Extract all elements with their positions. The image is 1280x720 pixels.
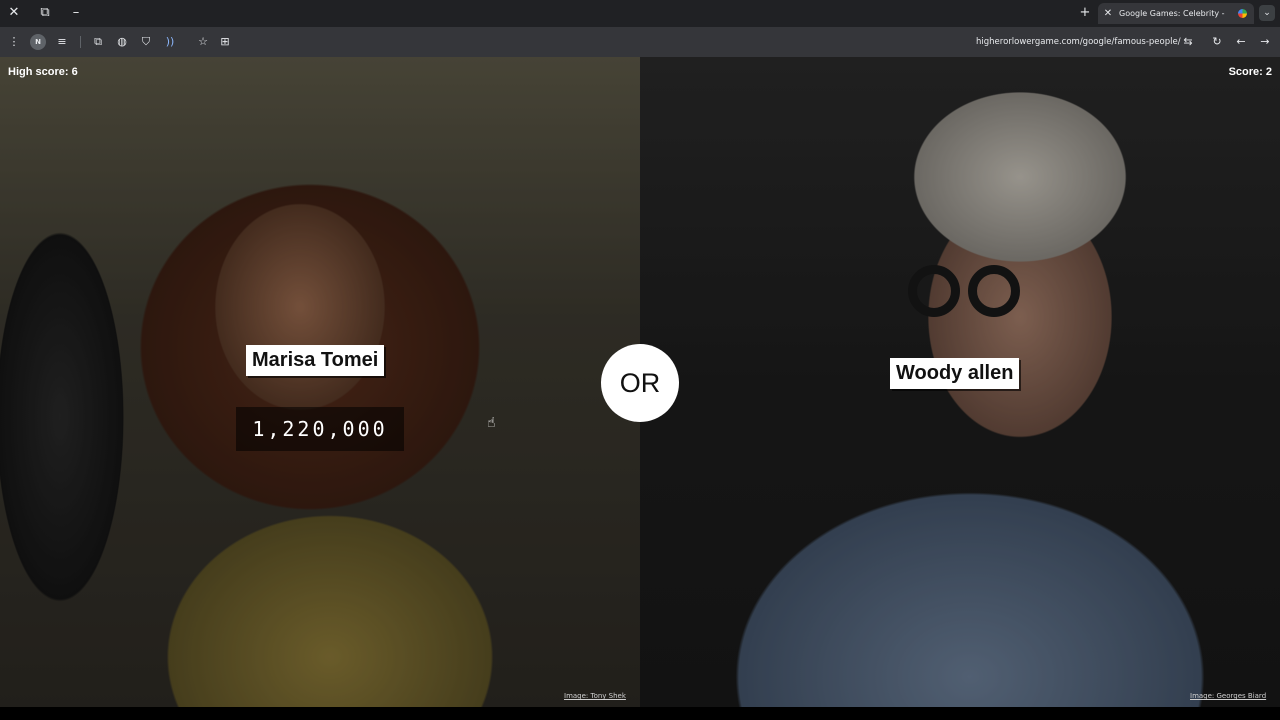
tab-active[interactable]: ✕ Google Games: Celebrity - Who [1098,3,1254,24]
extension-icon[interactable]: ⧉ [90,34,106,50]
new-tab-button[interactable]: + [1075,4,1095,22]
restore-window-icon[interactable]: ⧉ [35,4,55,22]
game-area: High score: 6 Marisa Tomei 1,220,000 Ima… [0,57,1280,707]
reading-list-icon[interactable]: ≡ [54,34,70,50]
forward-icon[interactable]: → [1257,34,1273,50]
address-bar[interactable]: higherorlowergame.com/google/famous-peop… [976,34,1182,50]
title-bar: ✕ ⧉ – + ✕ Google Games: Celebrity - Who … [0,0,1280,27]
right-image-credit-link[interactable]: Image: Georges Biard [1190,692,1266,700]
left-photo-overlay [0,57,640,707]
left-image-credit-link[interactable]: Image: Tony Shek [564,692,626,700]
bookmark-star-icon[interactable]: ☆ [195,34,211,50]
site-settings-icon[interactable]: ⇆ [1180,34,1196,50]
minimize-window-icon[interactable]: – [66,4,86,22]
close-window-icon[interactable]: ✕ [4,4,24,22]
shield-icon[interactable]: ⛉ [138,34,154,50]
glasses-illustration [908,265,1020,325]
translate-icon[interactable]: ⊞ [217,34,233,50]
hand-cursor-icon: ☝ [487,415,496,431]
left-celebrity-name: Marisa Tomei [246,345,385,376]
right-celebrity-panel[interactable]: Score: 2 Woody allen Image: Georges Biar… [640,57,1280,707]
reload-icon[interactable]: ↻ [1209,34,1225,50]
right-celebrity-name: Woody allen [890,358,1020,389]
extension-n-icon[interactable]: N [30,34,46,50]
browser-toolbar: ⋮ N ≡ ⧉ ◍ ⛉ )) ☆ ⊞ higherorlowergame.com… [0,27,1280,57]
left-celebrity-panel[interactable]: High score: 6 Marisa Tomei 1,220,000 Ima… [0,57,640,707]
back-icon[interactable]: ← [1233,34,1249,50]
current-score: Score: 2 [1228,66,1272,78]
left-search-count: 1,220,000 [236,407,404,451]
wave-icon[interactable]: )) [162,34,178,50]
menu-icon[interactable]: ⋮ [6,34,22,50]
tab-search-button[interactable]: ⌄ [1259,5,1275,21]
or-divider-badge: OR [601,344,679,422]
bottom-bar [0,707,1280,720]
tab-title: Google Games: Celebrity - Who [1119,9,1227,18]
google-favicon-icon [1238,9,1247,18]
tab-close-icon[interactable]: ✕ [1103,3,1113,24]
globe-icon[interactable]: ◍ [114,34,130,50]
toolbar-divider [80,36,81,48]
high-score: High score: 6 [8,66,78,78]
